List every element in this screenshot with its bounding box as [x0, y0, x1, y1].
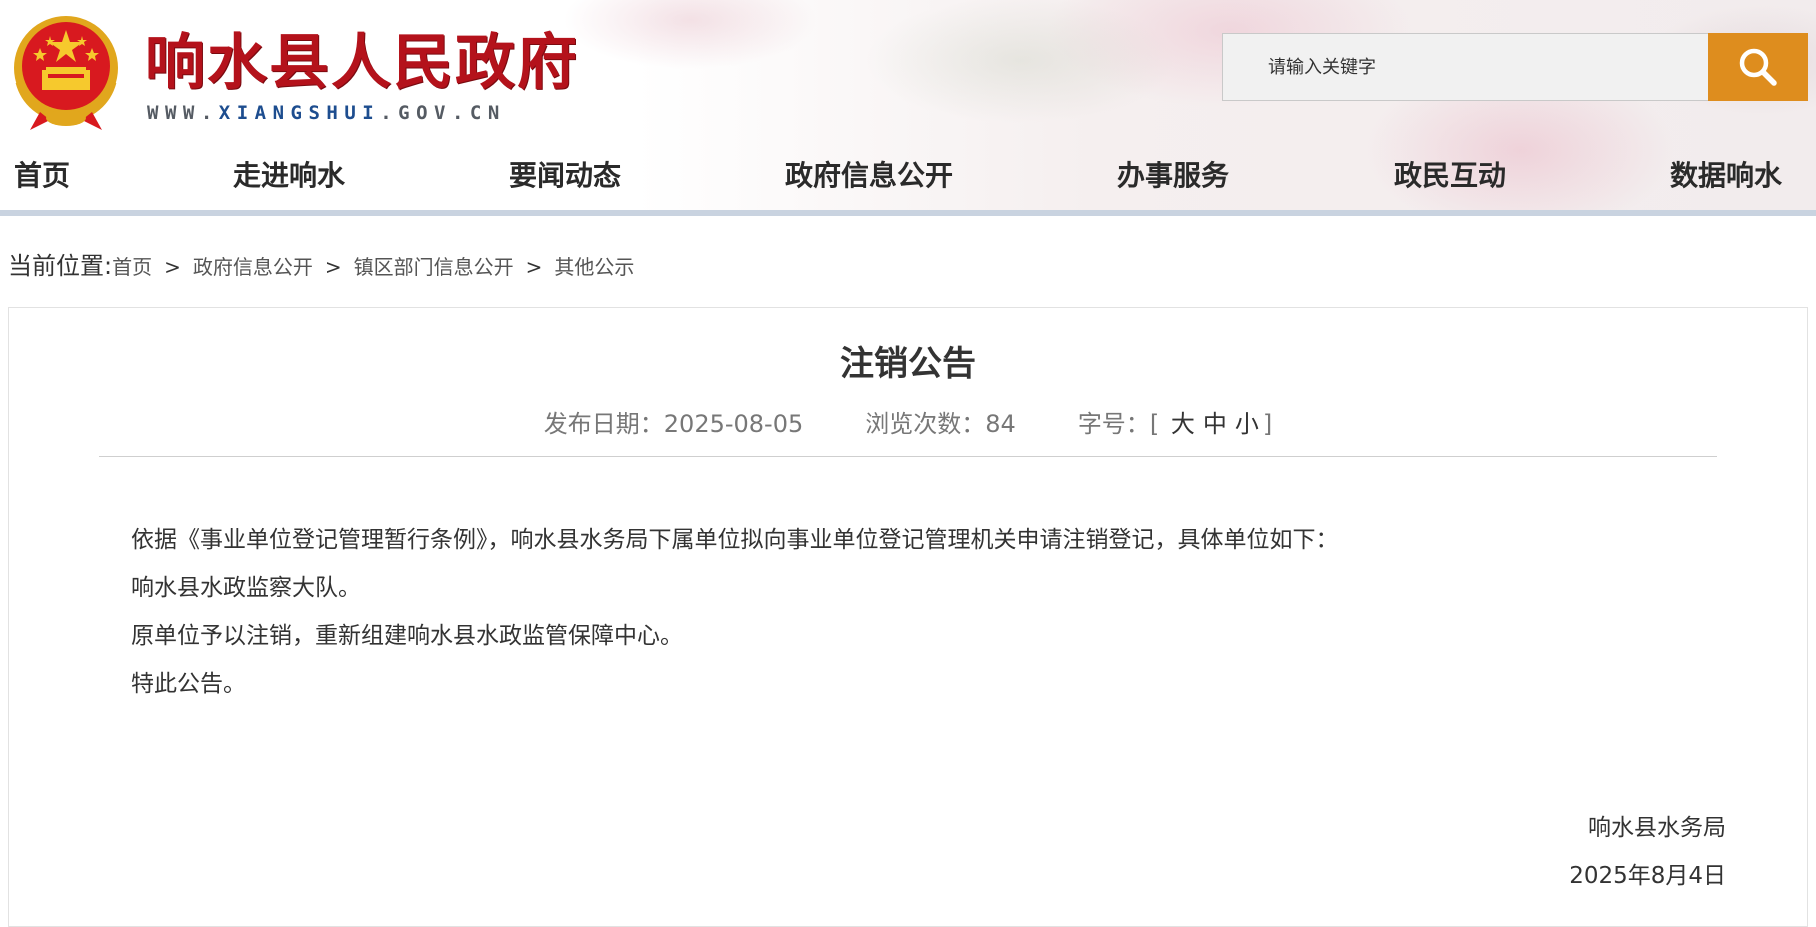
- view-count: 84: [985, 410, 1016, 438]
- breadcrumb-gov-info[interactable]: 政府信息公开: [193, 251, 313, 280]
- breadcrumb-separator: >: [164, 255, 181, 279]
- site-url-suffix: .GOV.CN: [380, 102, 506, 124]
- article-panel: 注销公告 发布日期：2025-08-05 浏览次数：84 字号：[ 大中小] 依据《…: [8, 307, 1808, 927]
- font-size-label: 字号：: [1077, 410, 1150, 438]
- nav-item-home[interactable]: 首页: [14, 154, 70, 194]
- site-url-prefix: WWW.: [147, 102, 219, 124]
- site-url-name: XIANGSHUI: [218, 102, 381, 124]
- signature-org: 响水县水务局: [1588, 815, 1726, 841]
- search-button[interactable]: [1708, 33, 1808, 101]
- article-body: 依据《事业单位登记管理暂行条例》，响水县水务局下属单位拟向事业单位登记管理机关申…: [131, 516, 1691, 708]
- nav-divider: [0, 210, 1816, 216]
- article-meta: 发布日期：2025-08-05 浏览次数：84 字号：[ 大中小]: [9, 404, 1807, 439]
- nav-item-services[interactable]: 办事服务: [1117, 154, 1229, 194]
- font-size-large-button[interactable]: 大: [1171, 410, 1195, 438]
- breadcrumb-home[interactable]: 首页: [112, 251, 152, 280]
- breadcrumb: 当前位置: 首页 > 政府信息公开 > 镇区部门信息公开 > 其他公示: [8, 246, 634, 281]
- view-count-label: 浏览次数：: [865, 410, 986, 438]
- nav-item-gov-info[interactable]: 政府信息公开: [785, 154, 953, 194]
- publish-date-label: 发布日期：: [543, 410, 664, 438]
- national-emblem-icon: [14, 16, 118, 130]
- article-paragraph: 依据《事业单位登记管理暂行条例》，响水县水务局下属单位拟向事业单位登记管理机关申…: [131, 527, 1339, 553]
- font-size-small-button[interactable]: 小: [1235, 410, 1259, 438]
- main-nav: 首页 走进响水 要闻动态 政府信息公开 办事服务 政民互动 数据响水: [0, 148, 1816, 200]
- breadcrumb-label: 当前位置:: [8, 252, 113, 280]
- article-signature: 响水县水务局 2025年8月4日: [1569, 804, 1726, 900]
- nav-item-interaction[interactable]: 政民互动: [1394, 154, 1506, 194]
- site-title: 响水县人民政府: [145, 28, 579, 98]
- breadcrumb-other-notices[interactable]: 其他公示: [554, 251, 634, 280]
- search-input[interactable]: [1222, 33, 1708, 101]
- article-paragraph: 响水县水政监察大队。: [131, 575, 361, 601]
- breadcrumb-separator: >: [525, 255, 543, 279]
- site-header: 响水县人民政府 WWW.XIANGSHUI.GOV.CN 首页 走进响水 要闻动…: [0, 0, 1816, 216]
- signature-date: 2025年8月4日: [1569, 863, 1726, 889]
- article-title: 注销公告: [840, 344, 976, 384]
- breadcrumb-dept-info[interactable]: 镇区部门信息公开: [354, 251, 514, 280]
- search-icon: [1739, 48, 1777, 86]
- meta-divider: [99, 456, 1717, 457]
- font-size-medium-button[interactable]: 中: [1203, 410, 1227, 438]
- font-size-open-bracket: [: [1149, 410, 1160, 438]
- nav-item-about[interactable]: 走进响水: [233, 154, 345, 194]
- article-paragraph: 原单位予以注销，重新组建响水县水政监管保障中心。: [131, 623, 683, 649]
- nav-item-data[interactable]: 数据响水: [1670, 154, 1782, 194]
- font-size-close-bracket: ]: [1262, 410, 1273, 438]
- search-bar: [1222, 33, 1808, 101]
- site-url: WWW.XIANGSHUI.GOV.CN: [147, 102, 506, 124]
- breadcrumb-separator: >: [324, 255, 342, 279]
- nav-item-news[interactable]: 要闻动态: [509, 154, 621, 194]
- article-paragraph: 特此公告。: [131, 671, 246, 697]
- publish-date: 2025-08-05: [663, 410, 804, 438]
